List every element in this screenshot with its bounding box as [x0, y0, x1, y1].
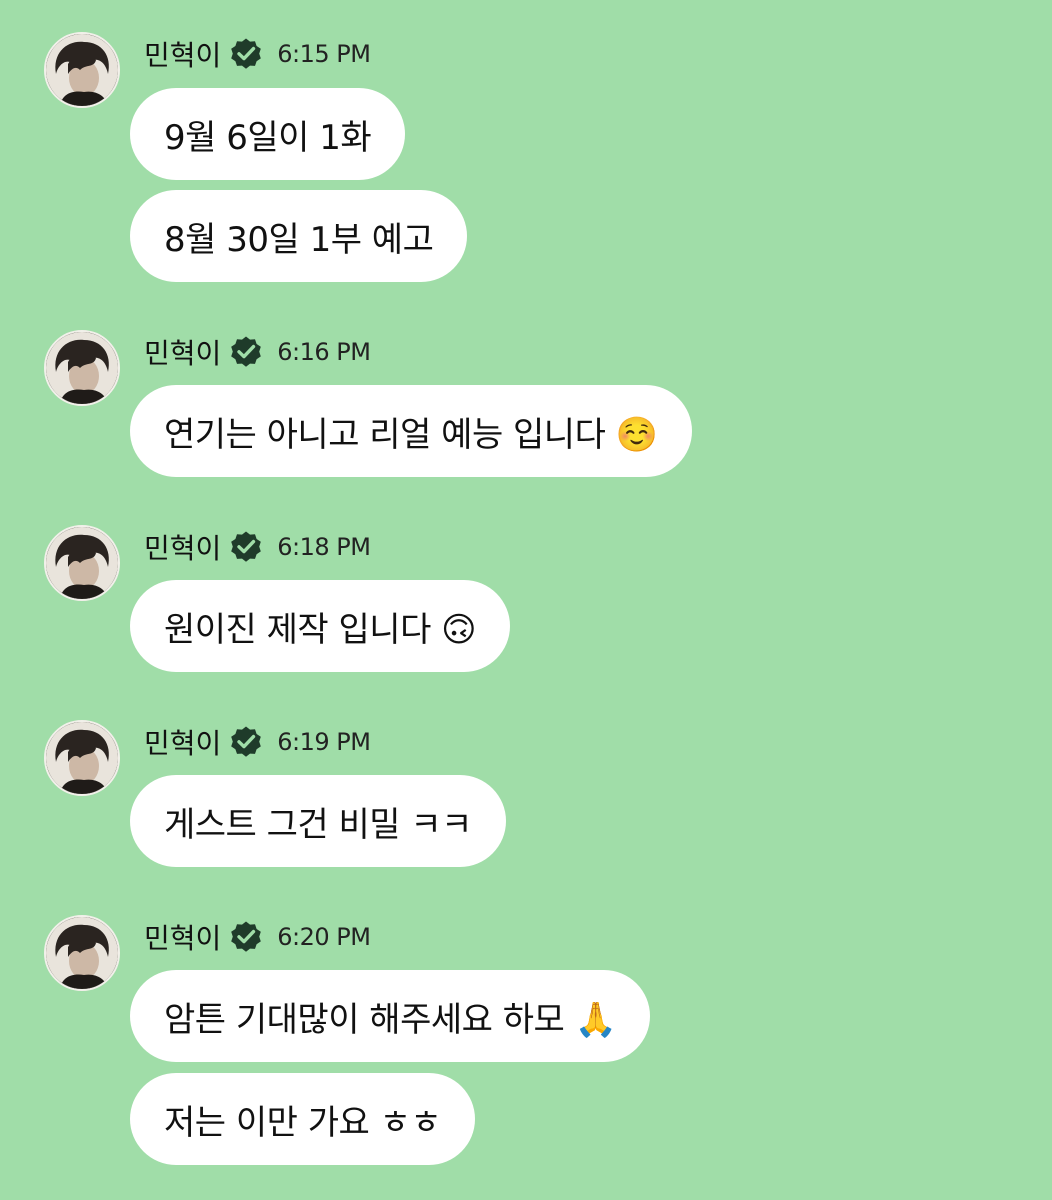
sender-name[interactable]: 민혁이	[144, 917, 221, 957]
verified-badge-icon	[231, 336, 262, 367]
message-bubble[interactable]: 연기는 아니고 리얼 예능 입니다 ☺️	[130, 385, 692, 477]
timestamp: 6:18 PM	[277, 533, 371, 561]
message-bubble[interactable]: 원이진 제작 입니다 🙃	[130, 580, 511, 672]
verified-badge-icon	[231, 921, 262, 952]
timestamp: 6:19 PM	[277, 728, 371, 756]
message-header: 민혁이 6:16 PM	[144, 332, 371, 372]
avatar[interactable]	[44, 330, 120, 406]
chat-thread: 민혁이 6:15 PM 9월 6일이 1화 8월 30일 1부 예고 민혁이 6…	[0, 0, 1052, 1200]
avatar-image	[46, 34, 118, 106]
message-bubble[interactable]: 게스트 그건 비밀 ㅋㅋ	[130, 775, 506, 867]
sender-name[interactable]: 민혁이	[144, 527, 221, 567]
avatar[interactable]	[44, 32, 120, 108]
message-header: 민혁이 6:15 PM	[144, 34, 371, 74]
timestamp: 6:16 PM	[277, 338, 371, 366]
message-bubble[interactable]: 8월 30일 1부 예고	[130, 190, 468, 282]
avatar[interactable]	[44, 525, 120, 601]
message-text: 게스트 그건 비밀 ㅋㅋ	[164, 804, 472, 845]
message-header: 민혁이 6:20 PM	[144, 917, 371, 957]
sender-name[interactable]: 민혁이	[144, 332, 221, 372]
message-text: 암튼 기대많이 해주세요 하모 🙏	[164, 999, 617, 1040]
message-text: 9월 6일이 1화	[164, 117, 372, 158]
avatar-image	[46, 527, 118, 599]
sender-name[interactable]: 민혁이	[144, 34, 221, 74]
verified-badge-icon	[231, 726, 262, 757]
sender-name[interactable]: 민혁이	[144, 722, 221, 762]
avatar[interactable]	[44, 720, 120, 796]
message-bubble[interactable]: 9월 6일이 1화	[130, 88, 406, 180]
verified-badge-icon	[231, 38, 262, 69]
avatar[interactable]	[44, 915, 120, 991]
message-bubble[interactable]: 저는 이만 가요 ㅎㅎ	[130, 1073, 476, 1165]
verified-badge-icon	[231, 531, 262, 562]
message-header: 민혁이 6:19 PM	[144, 722, 371, 762]
avatar-image	[46, 917, 118, 989]
message-text: 연기는 아니고 리얼 예능 입니다 ☺️	[164, 414, 658, 455]
avatar-image	[46, 332, 118, 404]
message-text: 저는 이만 가요 ㅎㅎ	[164, 1102, 442, 1143]
message-bubble[interactable]: 암튼 기대많이 해주세요 하모 🙏	[130, 970, 651, 1062]
message-header: 민혁이 6:18 PM	[144, 527, 371, 567]
avatar-image	[46, 722, 118, 794]
message-text: 8월 30일 1부 예고	[164, 219, 434, 260]
timestamp: 6:15 PM	[277, 40, 371, 68]
message-text: 원이진 제작 입니다 🙃	[164, 609, 477, 650]
timestamp: 6:20 PM	[277, 923, 371, 951]
